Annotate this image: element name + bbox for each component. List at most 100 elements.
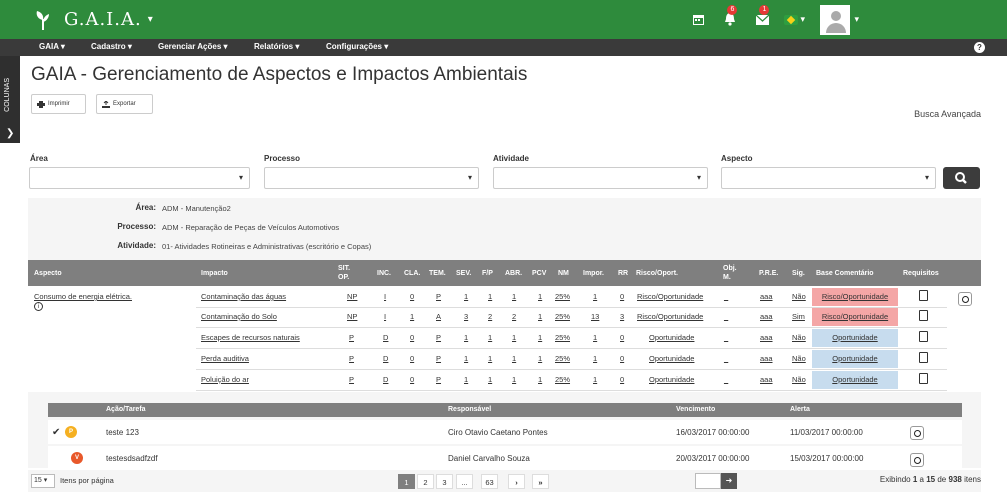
aspecto-select[interactable]: ▾ [721,167,936,189]
risco-oport-link[interactable]: Oportunidade [649,375,694,384]
info-icon[interactable]: i [34,302,43,311]
pcv-value[interactable]: 1 [538,312,542,321]
page-3-button[interactable]: 3 [436,474,453,489]
brand[interactable]: G.A.I.A. ▾ [36,9,153,30]
impacto-link[interactable]: Contaminação do Solo [201,312,277,321]
col-base-comentario[interactable]: Base Comentário [816,269,874,278]
nm-value[interactable]: 25% [555,354,570,363]
language-button[interactable]: ▾ [778,0,810,39]
document-icon[interactable] [919,373,928,384]
menu-cadastro[interactable]: Cadastro ▾ [91,42,132,51]
cla-value[interactable]: 0 [410,354,414,363]
impor-value[interactable]: 1 [593,375,597,384]
area-select[interactable]: ▾ [29,167,250,189]
sev-value[interactable]: 3 [464,312,468,321]
brand-name[interactable]: G.A.I.A. [64,9,142,30]
rr-value[interactable]: 3 [620,312,624,321]
action-task[interactable]: testesdsadfzdf [106,454,158,463]
next-page-button[interactable]: › [508,474,525,489]
col-sit-op[interactable]: SIT. OP. [338,264,360,282]
document-icon[interactable] [919,290,928,301]
inc-value[interactable]: D [383,375,388,384]
col-tem[interactable]: TEM. [429,269,446,278]
notifications-button[interactable]: 6 [714,0,746,39]
sev-value[interactable]: 1 [464,292,468,301]
sit-op-value[interactable]: P [349,333,354,342]
base-comentario-link[interactable]: Oportunidade [812,329,898,347]
impor-value[interactable]: 1 [593,333,597,342]
document-icon[interactable] [919,352,928,363]
risco-oport-link[interactable]: Oportunidade [649,333,694,342]
nm-value[interactable]: 25% [555,333,570,342]
obj-m-value[interactable]: _ [724,292,728,301]
processo-select[interactable]: ▾ [264,167,479,189]
menu-gerenciar-acoes[interactable]: Gerenciar Ações ▾ [158,42,228,51]
pcv-value[interactable]: 1 [538,375,542,384]
col-abr[interactable]: ABR. [505,269,522,278]
inc-value[interactable]: D [383,354,388,363]
action-details-button[interactable] [910,426,924,440]
impor-value[interactable]: 13 [591,312,599,321]
sit-op-value[interactable]: P [349,354,354,363]
cla-value[interactable]: 0 [410,375,414,384]
impacto-link[interactable]: Perda auditiva [201,354,249,363]
sev-value[interactable]: 1 [464,375,468,384]
tem-value[interactable]: P [436,292,441,301]
nm-value[interactable]: 25% [555,292,570,301]
obj-m-value[interactable]: _ [724,312,728,321]
rr-value[interactable]: 0 [620,354,624,363]
tem-value[interactable]: A [436,312,441,321]
obj-m-value[interactable]: _ [724,375,728,384]
nm-value[interactable]: 25% [555,375,570,384]
sig-value[interactable]: Não [792,375,806,384]
columns-panel-toggle[interactable]: COLUNAS ❯ [0,56,20,143]
rr-value[interactable]: 0 [620,292,624,301]
sig-value[interactable]: Sim [792,312,805,321]
menu-relatorios[interactable]: Relatórios ▾ [254,42,299,51]
col-vencimento[interactable]: Vencimento [676,406,715,413]
impor-value[interactable]: 1 [593,292,597,301]
impacto-link[interactable]: Poluição do ar [201,375,249,384]
impacto-link[interactable]: Escapes de recursos naturais [201,333,300,342]
pre-value[interactable]: aaa [760,354,773,363]
brand-caret-icon[interactable]: ▾ [148,14,153,25]
print-button[interactable]: Imprimir [31,94,86,114]
obj-m-value[interactable]: _ [724,333,728,342]
obj-m-value[interactable]: _ [724,354,728,363]
col-requisitos[interactable]: Requisitos [903,269,939,278]
abr-value[interactable]: 1 [512,333,516,342]
aspecto-link[interactable]: Consumo de energia elétrica. [34,292,132,301]
menu-gaia[interactable]: GAIA ▾ [39,42,65,51]
base-comentario-link[interactable]: Oportunidade [812,350,898,368]
col-acao-tarefa[interactable]: Ação/Tarefa [106,406,146,413]
col-fp[interactable]: F/P [482,269,493,278]
col-cla[interactable]: CLA. [404,269,420,278]
messages-button[interactable]: 1 [746,0,778,39]
sig-value[interactable]: Não [792,354,806,363]
inc-value[interactable]: I [384,292,386,301]
action-task[interactable]: teste 123 [106,428,139,437]
user-caret-icon[interactable]: ▾ [854,14,859,25]
col-impacto[interactable]: Impacto [201,269,228,278]
sit-op-value[interactable]: P [349,375,354,384]
page-63-button[interactable]: 63 [481,474,498,489]
inc-value[interactable]: D [383,333,388,342]
pcv-value[interactable]: 1 [538,333,542,342]
pcv-value[interactable]: 1 [538,354,542,363]
aspect-details-button[interactable] [958,292,972,306]
col-rr[interactable]: RR [618,269,628,278]
search-button[interactable] [943,167,980,189]
col-sev[interactable]: SEV. [456,269,471,278]
col-impor[interactable]: Impor. [583,269,604,278]
impacto-link[interactable]: Contaminação das águas [201,292,286,301]
tem-value[interactable]: P [436,375,441,384]
pre-value[interactable]: aaa [760,333,773,342]
risco-oport-link[interactable]: Oportunidade [649,354,694,363]
base-comentario-link[interactable]: Oportunidade [812,371,898,389]
pcv-value[interactable]: 1 [538,292,542,301]
sit-op-value[interactable]: NP [347,312,357,321]
pre-value[interactable]: aaa [760,375,773,384]
col-aspecto[interactable]: Aspecto [34,269,62,278]
document-icon[interactable] [919,310,928,321]
advanced-search-link[interactable]: Busca Avançada [914,109,981,119]
